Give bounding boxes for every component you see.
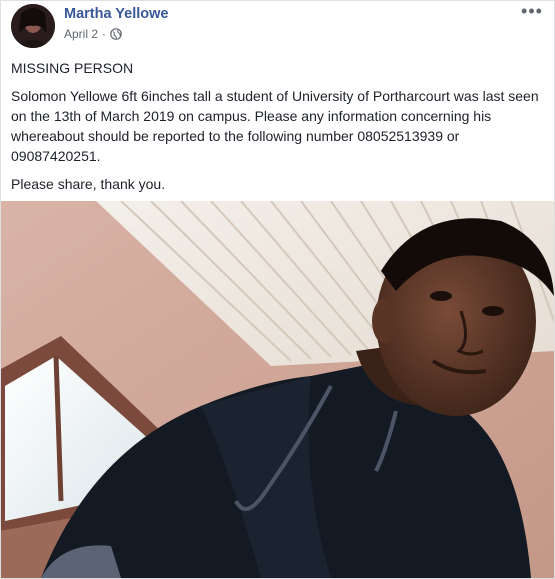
avatar[interactable] bbox=[11, 4, 55, 48]
post-header: Martha Yellowe April 2 · ••• bbox=[1, 1, 554, 51]
globe-icon[interactable] bbox=[110, 28, 122, 40]
post-text: MISSING PERSON Solomon Yellowe 6ft 6inch… bbox=[11, 58, 541, 202]
photo-image bbox=[1, 201, 554, 578]
facebook-post: Martha Yellowe April 2 · ••• MISSING PER… bbox=[0, 0, 555, 579]
post-meta: April 2 · bbox=[64, 27, 122, 41]
post-closing: Please share, thank you. bbox=[11, 176, 166, 192]
post-date[interactable]: April 2 bbox=[64, 27, 98, 41]
post-body: Solomon Yellowe 6ft 6inches tall a stude… bbox=[11, 88, 539, 164]
post-heading: MISSING PERSON bbox=[11, 60, 134, 76]
meta-separator: · bbox=[102, 27, 107, 41]
avatar-image bbox=[11, 4, 55, 48]
author-name[interactable]: Martha Yellowe bbox=[64, 6, 169, 22]
more-options-icon[interactable]: ••• bbox=[520, 2, 544, 23]
post-photo[interactable] bbox=[1, 201, 554, 578]
